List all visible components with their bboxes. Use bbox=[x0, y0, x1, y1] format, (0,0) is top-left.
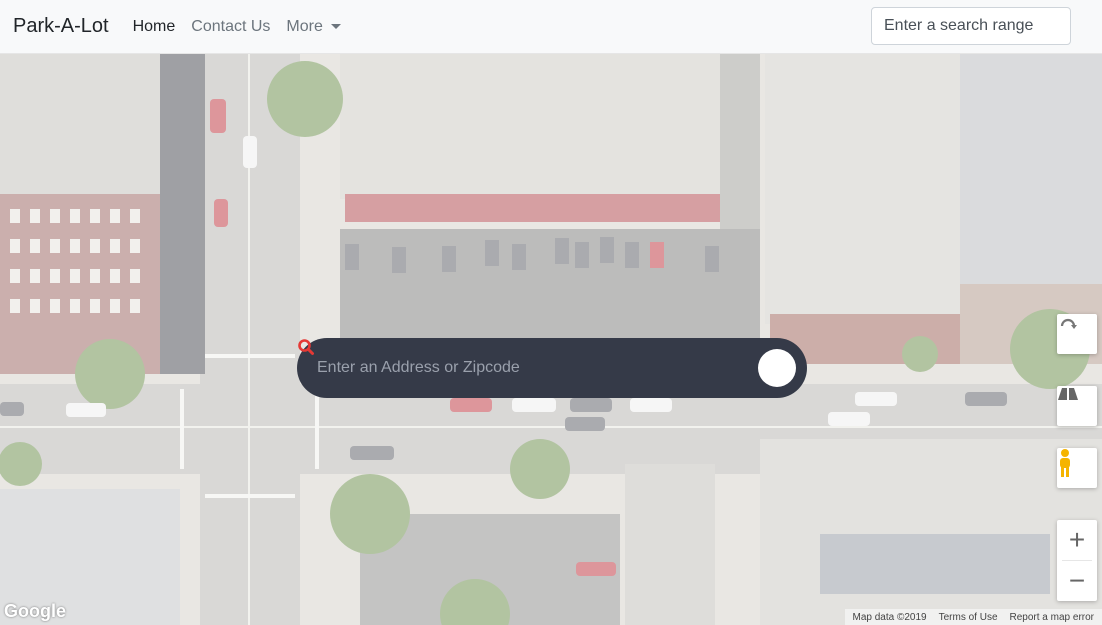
google-logo[interactable]: Google bbox=[4, 601, 66, 622]
address-search-bar bbox=[297, 338, 807, 398]
address-search-button[interactable] bbox=[298, 339, 796, 387]
brand-logo[interactable]: Park-A-Lot bbox=[13, 15, 109, 38]
nav-links: Home Contact Us More bbox=[133, 18, 357, 36]
street-view-button[interactable] bbox=[1057, 448, 1097, 488]
tilt-map-button[interactable] bbox=[1057, 386, 1097, 426]
nav-home-link[interactable]: Home bbox=[133, 18, 176, 36]
pegman-icon bbox=[1060, 449, 1070, 477]
terms-of-use-link[interactable]: Terms of Use bbox=[939, 612, 998, 623]
report-map-error-link[interactable]: Report a map error bbox=[1010, 612, 1094, 623]
nav-more-label: More bbox=[286, 17, 323, 35]
navbar: Park-A-Lot Home Contact Us More bbox=[0, 0, 1102, 54]
search-icon bbox=[298, 339, 314, 355]
search-range-input[interactable] bbox=[871, 7, 1071, 45]
caret-down-icon bbox=[330, 24, 341, 29]
map-attribution: Map data ©2019 Terms of Use Report a map… bbox=[844, 609, 1102, 625]
map-data-credit: Map data ©2019 bbox=[852, 611, 927, 623]
rotate-icon bbox=[1060, 318, 1077, 329]
zoom-controls: + − bbox=[1057, 520, 1097, 601]
rotate-map-button[interactable] bbox=[1057, 314, 1097, 354]
tilt-icon bbox=[1058, 388, 1078, 400]
zoom-in-button[interactable]: + bbox=[1057, 520, 1097, 560]
nav-contact-link[interactable]: Contact Us bbox=[191, 18, 270, 36]
address-search-input[interactable] bbox=[317, 348, 758, 388]
satellite-map[interactable]: + − Google Map data ©2019 Terms of Use R… bbox=[0, 54, 1102, 625]
zoom-out-button[interactable]: − bbox=[1057, 561, 1097, 601]
nav-more-dropdown[interactable]: More bbox=[286, 17, 341, 36]
